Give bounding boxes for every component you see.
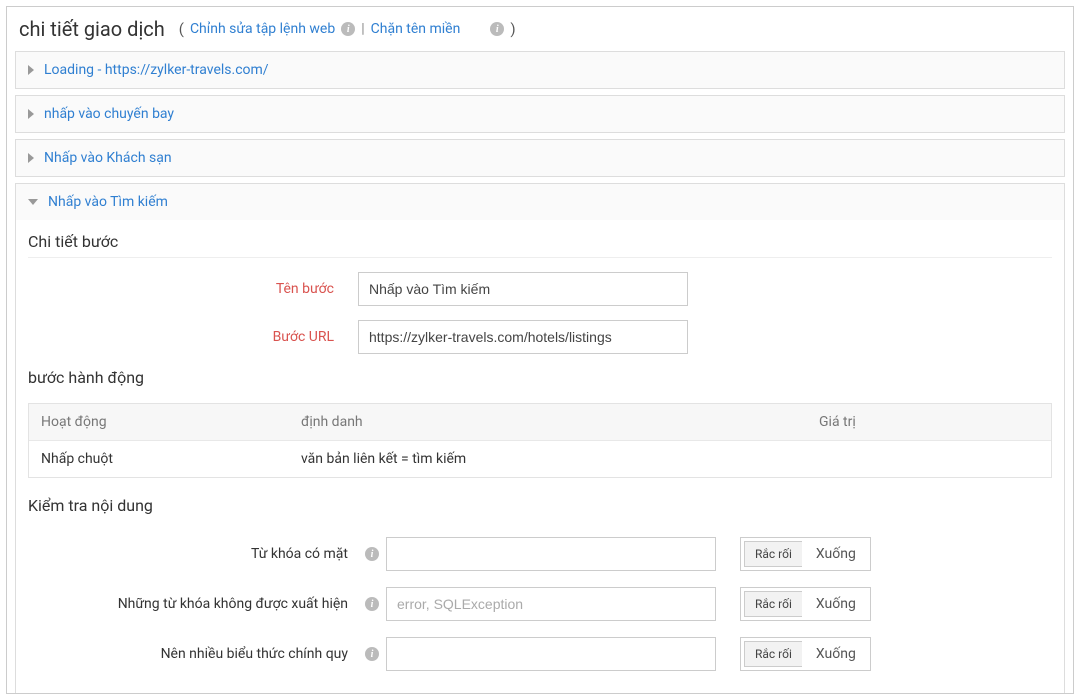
content-check-section: Kiểm tra nội dung Từ khóa có mặt i Rắc r… xyxy=(28,496,1052,671)
regex-row: Nên nhiều biểu thức chính quy i Rắc rối … xyxy=(28,637,1052,671)
trouble-button[interactable]: Rắc rối xyxy=(744,591,802,617)
info-icon[interactable]: i xyxy=(365,647,379,661)
regex-label: Nên nhiều biểu thức chính quy xyxy=(28,646,358,662)
severity-group: Rắc rối Xuống xyxy=(740,587,871,621)
keyword-present-label: Từ khóa có mặt xyxy=(28,546,358,562)
col-ident-header: định danh xyxy=(301,414,819,430)
chevron-down-icon xyxy=(28,199,38,205)
step-title: nhấp vào chuyến bay xyxy=(44,106,174,122)
step-title: Nhấp vào Tìm kiếm xyxy=(48,194,168,210)
step-url-label: Bước URL xyxy=(28,329,358,345)
block-domain-link[interactable]: Chặn tên miền xyxy=(371,21,461,37)
keyword-present-input[interactable] xyxy=(386,537,716,571)
step-item[interactable]: Nhấp vào Khách sạn xyxy=(15,139,1065,177)
step-name-input[interactable] xyxy=(358,272,688,306)
col-ident-cell: văn bản liên kết = tìm kiếm xyxy=(301,451,819,467)
info-icon[interactable]: i xyxy=(341,22,355,36)
chevron-right-icon xyxy=(28,65,34,75)
header: chi tiết giao dịch ( Chỉnh sửa tập lệnh … xyxy=(15,17,1065,51)
trouble-button[interactable]: Rắc rối xyxy=(744,541,802,567)
keyword-absent-input[interactable] xyxy=(386,587,716,621)
col-activity-header: Hoạt động xyxy=(41,414,301,430)
step-body: Chi tiết bước Tên bước Bước URL bước hàn… xyxy=(16,220,1064,694)
col-activity-cell: Nhấp chuột xyxy=(41,451,301,467)
action-table-header: Hoạt động định danh Giá trị xyxy=(29,404,1051,441)
step-name-label: Tên bước xyxy=(28,281,358,297)
step-detail-heading: Chi tiết bước xyxy=(28,232,1052,258)
step-header[interactable]: Nhấp vào Tìm kiếm xyxy=(16,184,1064,220)
down-button[interactable]: Xuống xyxy=(802,588,870,620)
regex-input[interactable] xyxy=(386,637,716,671)
col-value-header: Giá trị xyxy=(819,414,1039,430)
col-value-cell xyxy=(819,451,1039,467)
down-button[interactable]: Xuống xyxy=(802,538,870,570)
step-item-expanded: Nhấp vào Tìm kiếm Chi tiết bước Tên bước… xyxy=(15,183,1065,694)
step-url-input[interactable] xyxy=(358,320,688,354)
severity-group: Rắc rối Xuống xyxy=(740,537,871,571)
action-table-row: Nhấp chuột văn bản liên kết = tìm kiếm xyxy=(29,441,1051,477)
chevron-right-icon xyxy=(28,153,34,163)
step-item[interactable]: Loading - https://zylker-travels.com/ xyxy=(15,51,1065,89)
step-title: Nhấp vào Khách sạn xyxy=(44,150,172,166)
transaction-detail-frame: chi tiết giao dịch ( Chỉnh sửa tập lệnh … xyxy=(6,6,1074,694)
down-button[interactable]: Xuống xyxy=(802,638,870,670)
step-url-row: Bước URL xyxy=(28,320,1052,354)
content-check-heading: Kiểm tra nội dung xyxy=(28,496,1052,521)
page-title: chi tiết giao dịch xyxy=(19,17,165,41)
trouble-button[interactable]: Rắc rối xyxy=(744,641,802,667)
edit-webscript-link[interactable]: Chỉnh sửa tập lệnh web xyxy=(190,21,335,37)
info-icon[interactable]: i xyxy=(365,547,379,561)
keyword-present-row: Từ khóa có mặt i Rắc rối Xuống xyxy=(28,537,1052,571)
action-table: Hoạt động định danh Giá trị Nhấp chuột v… xyxy=(28,403,1052,478)
severity-group: Rắc rối Xuống xyxy=(740,637,871,671)
keyword-absent-label: Những từ khóa không được xuất hiện xyxy=(28,596,358,612)
step-title: Loading - https://zylker-travels.com/ xyxy=(44,62,269,78)
chevron-right-icon xyxy=(28,109,34,119)
step-actions-heading: bước hành động xyxy=(28,368,1052,393)
info-icon[interactable]: i xyxy=(365,597,379,611)
header-links: ( Chỉnh sửa tập lệnh web i | Chặn tên mi… xyxy=(179,20,516,38)
step-item[interactable]: nhấp vào chuyến bay xyxy=(15,95,1065,133)
step-name-row: Tên bước xyxy=(28,272,1052,306)
keyword-absent-row: Những từ khóa không được xuất hiện i Rắc… xyxy=(28,587,1052,621)
info-icon[interactable]: i xyxy=(490,22,504,36)
